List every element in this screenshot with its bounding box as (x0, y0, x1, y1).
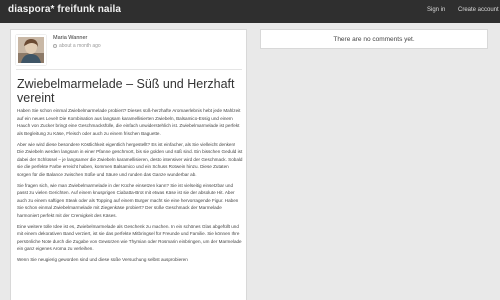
post-card: Maria Wanner about a month ago Zwiebelma… (10, 29, 247, 300)
post-paragraph: Eine weitere tolle Idee ist es, Zwiebelm… (17, 223, 242, 252)
comments-panel: There are no comments yet. (260, 29, 488, 49)
post-paragraph: Aber wie wird diese besondere Köstlichke… (17, 141, 243, 177)
pod-brand-link[interactable]: diaspora* freifunk naila (8, 4, 121, 15)
no-comments-message: There are no comments yet. (333, 36, 415, 43)
post-timestamp[interactable]: about a month ago (53, 43, 101, 49)
author-avatar[interactable] (16, 35, 46, 65)
top-navbar: diaspora* freifunk naila Sign in Create … (0, 0, 500, 23)
post-paragraph: Sie fragen sich, wie man Zwiebelmarmelad… (17, 182, 239, 218)
clock-icon (53, 43, 57, 48)
post-title: Zwiebelmarmelade – Süß und Herzhaft vere… (17, 77, 235, 105)
post-paragraph: Haben Sie schon einmal Zwiebelmarmelade … (17, 108, 241, 136)
post-header-divider (16, 69, 242, 70)
timestamp-text: about a month ago (59, 43, 101, 49)
create-account-link[interactable]: Create account (458, 7, 499, 13)
author-name-link[interactable]: Maria Wanner (53, 35, 87, 41)
sign-in-link[interactable]: Sign in (427, 7, 445, 13)
post-paragraph: Wenn Sie neugierig geworden sind und die… (17, 257, 188, 262)
post-body: Haben Sie schon einmal Zwiebelmarmelade … (17, 107, 243, 267)
